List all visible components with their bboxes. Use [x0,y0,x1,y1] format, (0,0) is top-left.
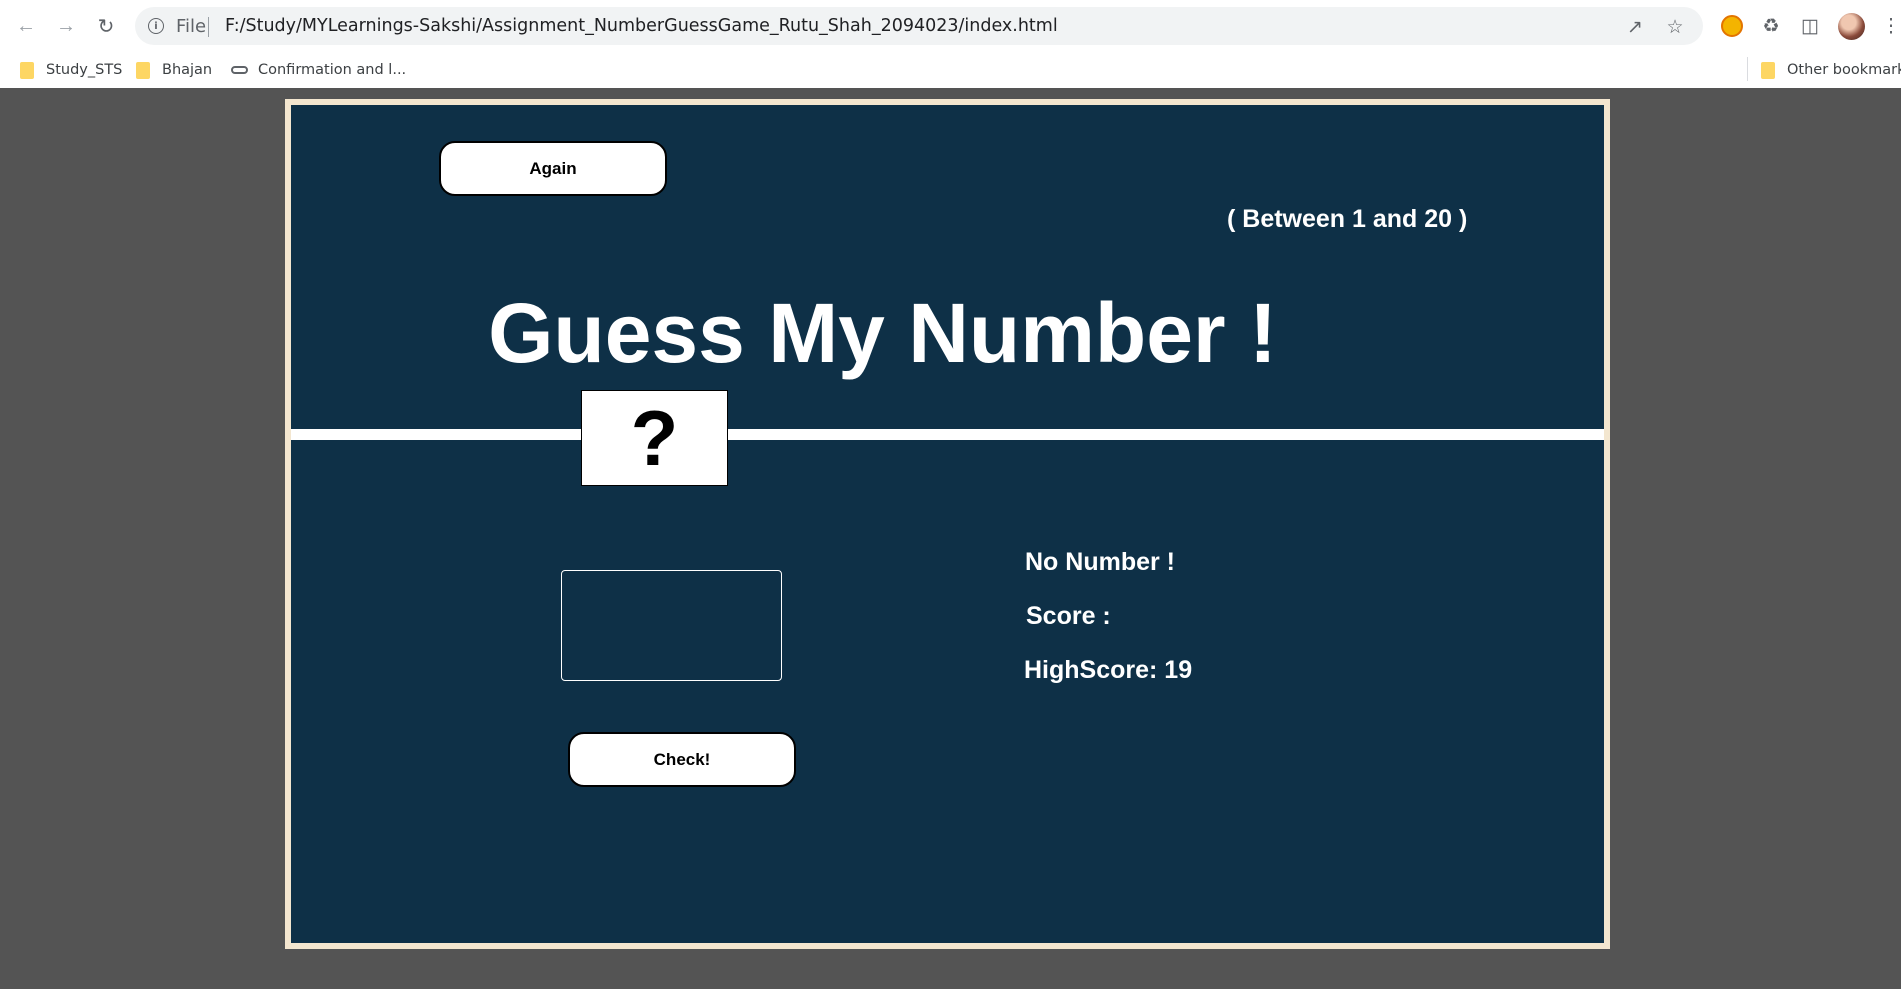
menu-kebab-icon[interactable]: ⋮ [1876,11,1901,41]
extension-icon[interactable] [1717,11,1747,41]
forward-icon[interactable]: → [50,10,82,42]
check-button[interactable]: Check! [568,732,796,787]
bookmarks-bar: Study_STS Bhajan Confirmation and l... O… [0,52,1901,88]
bookmark-star-icon[interactable]: ☆ [1664,16,1686,38]
game-container: Again ( Between 1 and 20 ) Guess My Numb… [285,99,1610,949]
back-icon[interactable]: ← [10,10,42,42]
range-hint: ( Between 1 and 20 ) [1227,205,1468,233]
message-text: No Number ! [1025,548,1175,576]
address-bar[interactable]: i File F:/Study/MYLearnings-Sakshi/Assig… [135,7,1703,45]
bookmark-label: Study_STS [46,62,123,78]
reload-icon[interactable]: ↻ [90,10,122,42]
url-separator [208,17,209,37]
folder-icon [20,61,34,79]
info-icon[interactable]: i [148,18,164,34]
profile-avatar[interactable] [1836,11,1866,41]
share-icon[interactable]: ↗ [1624,16,1646,38]
extensions-puzzle-icon[interactable]: ♻ [1756,11,1786,41]
highscore-text: HighScore: 19 [1024,656,1193,684]
bookmark-label: Bhajan [162,62,213,78]
url-scheme: File [176,16,207,37]
folder-icon [136,61,150,79]
bookmark-bhajan[interactable]: Bhajan [136,58,212,82]
other-bookmarks-label: Other bookmarks [1787,62,1901,78]
bookmark-study-sts[interactable]: Study_STS [20,58,122,82]
guess-input[interactable] [561,570,782,681]
secret-number-box: ? [581,390,728,486]
browser-toolbar: ← → ↻ i File F:/Study/MYLearnings-Sakshi… [0,0,1901,52]
bookmark-confirmation[interactable]: Confirmation and l... [231,58,406,82]
divider-line [291,429,1604,440]
bookmarks-divider [1747,57,1748,81]
other-bookmarks[interactable]: Other bookmarks [1761,58,1901,82]
score-text: Score : [1026,602,1111,630]
url-text[interactable]: F:/Study/MYLearnings-Sakshi/Assignment_N… [225,16,1058,36]
page-title: Guess My Number ! [488,286,1277,380]
link-icon [231,66,248,74]
side-panel-icon[interactable]: ◫ [1795,11,1825,41]
again-button[interactable]: Again [439,141,667,196]
bookmark-label: Confirmation and l... [258,62,407,78]
folder-icon [1761,61,1775,79]
